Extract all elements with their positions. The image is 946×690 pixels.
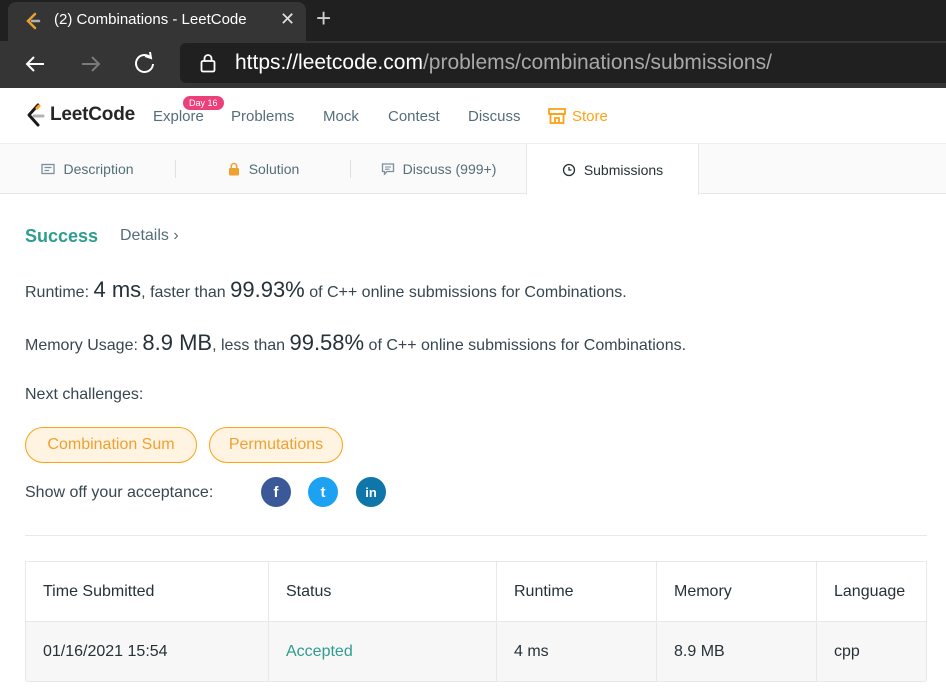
url-host: https://leetcode.com [235,51,423,74]
tab-discuss-label: Discuss (999+) [402,161,497,177]
memory-mid: , less than [212,337,286,354]
nav-discuss[interactable]: Discuss [468,108,521,125]
nav-store[interactable]: Store [572,108,608,125]
problem-subtabs: Description Solution Discuss (999+) Subm… [0,144,946,195]
details-label: Details [120,227,169,244]
store-icon [548,108,566,124]
challenge-combination-sum[interactable]: Combination Sum [25,427,197,463]
linkedin-icon[interactable]: in [356,477,386,507]
tab-description[interactable]: Description [0,144,175,194]
cell-time-submitted: 01/16/2021 15:54 [26,622,269,682]
memory-value: 8.9 MB [142,330,213,355]
header-runtime[interactable]: Runtime [497,562,657,622]
header-status[interactable]: Status [269,562,497,622]
divider [25,535,927,536]
tab-solution[interactable]: Solution [176,144,350,194]
runtime-tail: of C++ online submissions for Combinatio… [309,284,627,301]
browser-tab[interactable]: (2) Combinations - LeetCode ✕ [8,2,306,41]
runtime-label: Runtime: [25,284,90,301]
runtime-value: 4 ms [93,277,142,302]
memory-percentile: 99.58% [289,330,365,355]
submissions-table: Time Submitted Status Runtime Memory Lan… [25,561,927,682]
details-link[interactable]: Details › [120,227,179,245]
cell-memory: 8.9 MB [657,622,817,682]
lock-icon [200,54,216,73]
memory-line: Memory Usage: 8.9 MB, less than 99.58% o… [25,330,686,356]
table-header: Time Submitted Status Runtime Memory Lan… [26,562,926,622]
lock-icon [228,162,239,176]
runtime-line: Runtime: 4 ms, faster than 99.93% of C++… [25,277,627,303]
nav-mock[interactable]: Mock [323,108,359,125]
tab-submissions[interactable]: Submissions [526,144,699,195]
header-time-submitted[interactable]: Time Submitted [26,562,269,622]
tab-title: (2) Combinations - LeetCode [54,11,247,28]
url-path: /problems/combinations/submissions/ [422,51,772,74]
header-language[interactable]: Language [817,562,927,622]
header-memory[interactable]: Memory [657,562,817,622]
nav-explore[interactable]: Explore [153,108,204,125]
facebook-icon[interactable]: f [261,477,291,507]
url-text[interactable]: https://leetcode.com/problems/combinatio… [235,51,772,75]
share-label: Show off your acceptance: [25,484,214,501]
runtime-percentile: 99.93% [230,277,305,302]
chevron-right-icon: › [173,227,179,244]
result-status: Success [25,226,99,246]
site-navbar: LeetCode Explore Day 16 Problems Mock Co… [0,88,946,144]
leetcode-favicon-icon [26,12,41,30]
nav-contest[interactable]: Contest [388,108,440,125]
clock-icon [562,163,575,176]
reload-icon[interactable] [132,51,158,77]
cell-runtime: 4 ms [497,622,657,682]
table-row[interactable]: 01/16/2021 15:54 Accepted 4 ms 8.9 MB cp… [26,622,926,682]
new-tab-button[interactable]: + [316,3,331,34]
back-arrow-icon[interactable] [22,51,48,77]
forward-arrow-icon[interactable] [78,51,104,77]
tab-submissions-label: Submissions [583,161,664,178]
tab-description-label: Description [63,161,134,177]
tab-solution-label: Solution [248,161,300,177]
browser-tab-bar: (2) Combinations - LeetCode ✕ + [0,0,946,41]
day-badge: Day 16 [183,96,224,110]
description-icon [41,163,56,175]
comment-icon [381,163,394,176]
brand-name[interactable]: LeetCode [50,104,135,126]
memory-label: Memory Usage: [25,337,138,354]
twitter-icon[interactable]: t [308,477,338,507]
nav-problems[interactable]: Problems [231,108,294,125]
tab-discuss[interactable]: Discuss (999+) [351,144,526,194]
cell-language: cpp [834,643,860,660]
memory-tail: of C++ online submissions for Combinatio… [368,337,687,354]
leetcode-logo-icon[interactable] [24,102,46,130]
runtime-mid: , faster than [141,284,226,301]
next-challenges-label: Next challenges: [25,386,144,403]
challenge-permutations[interactable]: Permutations [209,427,343,463]
tab-close-icon[interactable]: ✕ [280,9,295,30]
cell-status[interactable]: Accepted [269,622,497,682]
